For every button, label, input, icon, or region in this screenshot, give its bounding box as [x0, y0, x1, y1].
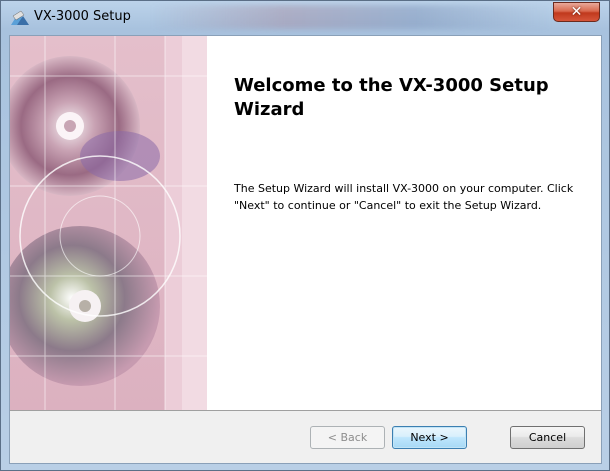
title-bar-background	[151, 5, 551, 29]
wizard-button-bar: < Back Next > Cancel	[10, 411, 601, 463]
window-title: VX-3000 Setup	[34, 9, 131, 24]
back-button[interactable]: < Back	[310, 426, 385, 449]
wizard-content: Welcome to the VX-3000 Setup Wizard The …	[207, 36, 601, 410]
cancel-button[interactable]: Cancel	[510, 426, 585, 449]
banner-artwork	[10, 36, 207, 410]
wizard-description: The Setup Wizard will install VX-3000 on…	[234, 182, 574, 212]
setup-window: VX-3000 Setup ✕ Welcome to the VX-3000 S…	[0, 0, 610, 471]
wizard-client-area: Welcome to the VX-3000 Setup Wizard The …	[9, 35, 602, 464]
next-button[interactable]: Next >	[392, 426, 467, 449]
wizard-title: Welcome to the VX-3000 Setup Wizard	[234, 75, 549, 120]
wizard-banner-image	[10, 36, 207, 410]
setup-installer-icon	[11, 10, 29, 25]
close-button[interactable]: ✕	[553, 2, 600, 22]
title-bar[interactable]: VX-3000 Setup ✕	[1, 1, 609, 35]
close-icon: ✕	[570, 4, 583, 20]
